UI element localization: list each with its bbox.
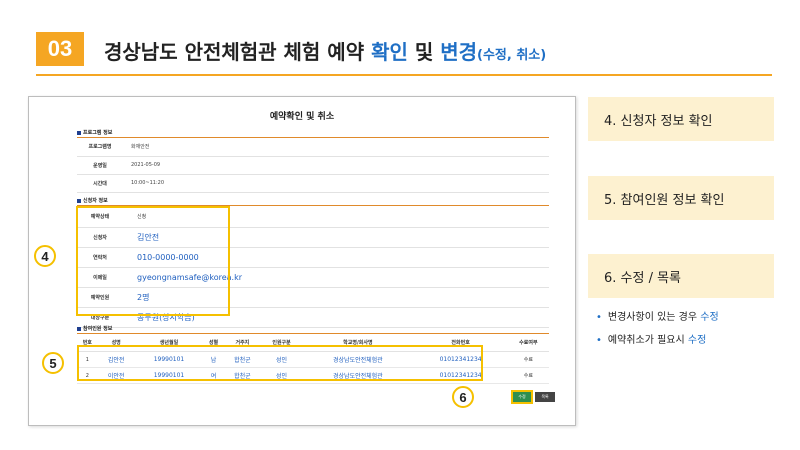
step-6-box: 6. 수정 / 목록 [588,254,774,298]
table-row: 시간대 10:00~11:20 [77,174,549,193]
applicant-highlight-box [76,206,230,316]
list-button[interactable]: 목록 [535,392,555,402]
title-divider [36,74,772,76]
edit-button[interactable]: 수정 [511,390,533,404]
step-4-box: 4. 신청자 정보 확인 [588,97,774,141]
notes-list: • 변경사항이 있는 경우 수정 • 예약취소가 필요시 수정 [596,308,719,354]
marker-4: 4 [34,245,56,267]
participant-section-heading: 참여인원 정보 [77,325,112,332]
section-number-badge: 03 [36,32,84,66]
slide-title: 경상남도 안전체험관 체험 예약 확인 및 변경(수정, 취소) [104,40,547,64]
step-5-box: 5. 참여인원 정보 확인 [588,176,774,220]
table-row: 운영일 2021-05-09 [77,156,549,175]
list-item: • 예약취소가 필요시 수정 [596,335,707,346]
bullet-icon: • [596,335,602,346]
list-item: • 변경사항이 있는 경우 수정 [596,312,719,323]
screenshot-page-title: 예약확인 및 취소 [269,112,335,122]
table-row: 프로그램명 화재안전 [77,138,549,157]
program-section-heading: 프로그램 정보 [77,129,112,136]
applicant-section-heading: 신청자 정보 [77,197,108,204]
marker-6: 6 [452,386,474,408]
marker-5: 5 [42,352,64,374]
participant-highlight-box [77,345,483,381]
bullet-icon: • [596,312,602,323]
program-info-table: 프로그램명 화재안전 운영일 2021-05-09 시간대 10:00~11:20 [77,138,549,193]
